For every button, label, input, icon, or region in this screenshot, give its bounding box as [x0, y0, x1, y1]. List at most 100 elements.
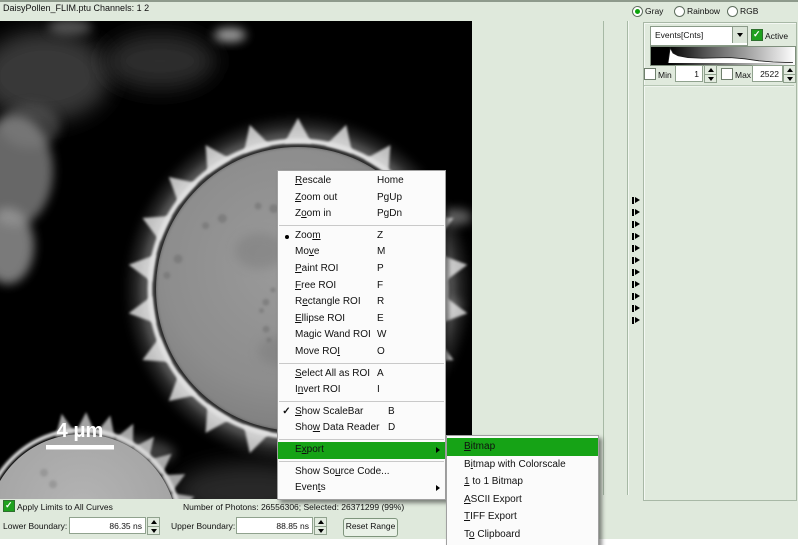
menu-item-export[interactable]: Export [278, 442, 445, 459]
menu-item-label: Rectangle ROI [295, 294, 361, 311]
expand-panel-arrow-icon[interactable] [631, 315, 643, 327]
menu-item-label: Zoom in [295, 206, 331, 223]
max-spin-down-button[interactable] [783, 74, 796, 84]
menu-shortcut: A [377, 366, 384, 383]
menu-item-move-roi[interactable]: Move ROIO [278, 344, 445, 361]
menu-item-bitmap-with-colorscale[interactable]: Bitmap with Colorscale [447, 456, 598, 474]
menu-item-bitmap[interactable]: Bitmap [447, 438, 598, 456]
menu-item-to-clipboard[interactable]: To Clipboard [447, 526, 598, 544]
collapsed-panels-strip [631, 195, 643, 327]
menu-shortcut: PgDn [377, 206, 402, 223]
menu-item-label: Free ROI [295, 278, 336, 295]
dropdown-arrow-icon[interactable] [732, 27, 747, 43]
export-submenu: BitmapBitmap with Colorscale1 to 1 Bitma… [446, 435, 599, 545]
menu-item-zoom-out[interactable]: Zoom outPgUp [278, 190, 445, 207]
checkmark-icon: ✓ [280, 404, 293, 421]
lower-boundary-spin-down-button[interactable] [147, 526, 160, 536]
menu-item-label: Paint ROI [295, 261, 338, 278]
intensity-panel [643, 22, 797, 501]
expand-panel-arrow-icon[interactable] [631, 195, 643, 207]
colormap-radio-rgb[interactable] [727, 6, 738, 17]
menu-item-select-all-as-roi[interactable]: Select All as ROI A [278, 366, 445, 383]
expand-panel-arrow-icon[interactable] [631, 243, 643, 255]
active-checkbox[interactable] [751, 29, 763, 41]
max-input[interactable] [752, 65, 783, 82]
active-checkbox-label: Active [765, 31, 788, 42]
menu-item-zoom-in[interactable]: Zoom in PgDn [278, 206, 445, 223]
expand-panel-arrow-icon[interactable] [631, 279, 643, 291]
menu-item-label: Show ScaleBar [295, 404, 363, 421]
menu-item-label: Rescale [295, 173, 331, 190]
menu-item-show-source-code[interactable]: Show Source Code... [278, 464, 445, 481]
min-spinner [704, 65, 716, 82]
expand-panel-arrow-icon[interactable] [631, 219, 643, 231]
min-label: Min [658, 70, 672, 81]
menu-item-label: Zoom out [295, 190, 337, 207]
menu-shortcut: B [388, 404, 395, 421]
upper-boundary-spin-down-button[interactable] [314, 526, 327, 536]
menu-item-1-to-1-bitmap[interactable]: 1 to 1 Bitmap [447, 473, 598, 491]
panel-splitter[interactable] [627, 21, 628, 495]
menu-item-tiff-export[interactable]: TIFF Export [447, 508, 598, 526]
colormap-radio-label: Rainbow [687, 6, 720, 17]
menu-item-label: Show Data Reader [295, 420, 380, 437]
menu-item-events[interactable]: Events [278, 480, 445, 497]
menu-shortcut: D [388, 420, 395, 437]
upper-boundary-input[interactable] [236, 517, 313, 534]
intensity-histogram[interactable] [650, 46, 796, 66]
scale-bar-label: 4 μm [57, 420, 104, 442]
menu-item-free-roi[interactable]: Free ROIF [278, 278, 445, 295]
colormap-radio-rainbow[interactable] [674, 6, 685, 17]
colormap-radio-label: RGB [740, 6, 758, 17]
min-input[interactable] [675, 65, 703, 82]
expand-panel-arrow-icon[interactable] [631, 231, 643, 243]
submenu-arrow-icon [436, 447, 440, 453]
colormap-radio-gray[interactable] [632, 6, 643, 17]
data-source-dropdown[interactable]: Events[Cnts] [650, 26, 748, 46]
menu-item-zoom[interactable]: ZoomZ [278, 228, 445, 245]
scale-bar-line [46, 445, 114, 450]
intensity-panel-divider [644, 85, 794, 86]
menu-item-rescale[interactable]: Rescale Home [278, 173, 445, 190]
submenu-arrow-icon [436, 485, 440, 491]
reset-range-button[interactable]: Reset Range [343, 518, 398, 537]
menu-shortcut: M [377, 244, 385, 261]
max-checkbox[interactable] [721, 68, 733, 80]
menu-item-show-scalebar[interactable]: ✓Show ScaleBar B [278, 404, 445, 421]
menu-item-label: Export [295, 442, 324, 459]
menu-separator [279, 439, 444, 440]
min-checkbox[interactable] [644, 68, 656, 80]
histogram-curve [668, 48, 793, 63]
lower-boundary-label: Lower Boundary: [3, 521, 67, 532]
expand-panel-arrow-icon[interactable] [631, 291, 643, 303]
menu-item-label: Select All as ROI [295, 366, 370, 383]
apply-limits-checkbox[interactable] [3, 500, 15, 512]
application-window: DaisyPollen_FLIM.ptu Channels: 1 2 [0, 0, 798, 545]
menu-item-ellipse-roi[interactable]: Ellipse ROIE [278, 311, 445, 328]
menu-item-move[interactable]: Move M [278, 244, 445, 261]
menu-item-label: Move [295, 244, 319, 261]
menu-item-label: ASCII Export [464, 491, 522, 509]
menu-item-label: Magic Wand ROI [295, 327, 371, 344]
min-spin-down-button[interactable] [704, 74, 717, 84]
menu-shortcut: I [377, 382, 380, 399]
menu-item-ascii-export[interactable]: ASCII Export [447, 491, 598, 509]
menu-separator [279, 401, 444, 402]
lower-boundary-input[interactable] [69, 517, 146, 534]
max-spinner [783, 65, 795, 82]
menu-item-label: Bitmap [464, 438, 495, 456]
expand-panel-arrow-icon[interactable] [631, 303, 643, 315]
menu-separator [279, 461, 444, 462]
lower-boundary-spinner [147, 517, 159, 534]
expand-panel-arrow-icon[interactable] [631, 207, 643, 219]
menu-shortcut: R [377, 294, 384, 311]
menu-item-invert-roi[interactable]: Invert ROII [278, 382, 445, 399]
menu-item-paint-roi[interactable]: Paint ROIP [278, 261, 445, 278]
expand-panel-arrow-icon[interactable] [631, 267, 643, 279]
menu-item-magic-wand-roi[interactable]: Magic Wand ROIW [278, 327, 445, 344]
menu-item-show-data-reader[interactable]: Show Data Reader D [278, 420, 445, 437]
expand-panel-arrow-icon[interactable] [631, 255, 643, 267]
menu-shortcut: Home [377, 173, 404, 190]
radio-selected-dot [635, 9, 640, 14]
menu-item-rectangle-roi[interactable]: Rectangle ROI R [278, 294, 445, 311]
